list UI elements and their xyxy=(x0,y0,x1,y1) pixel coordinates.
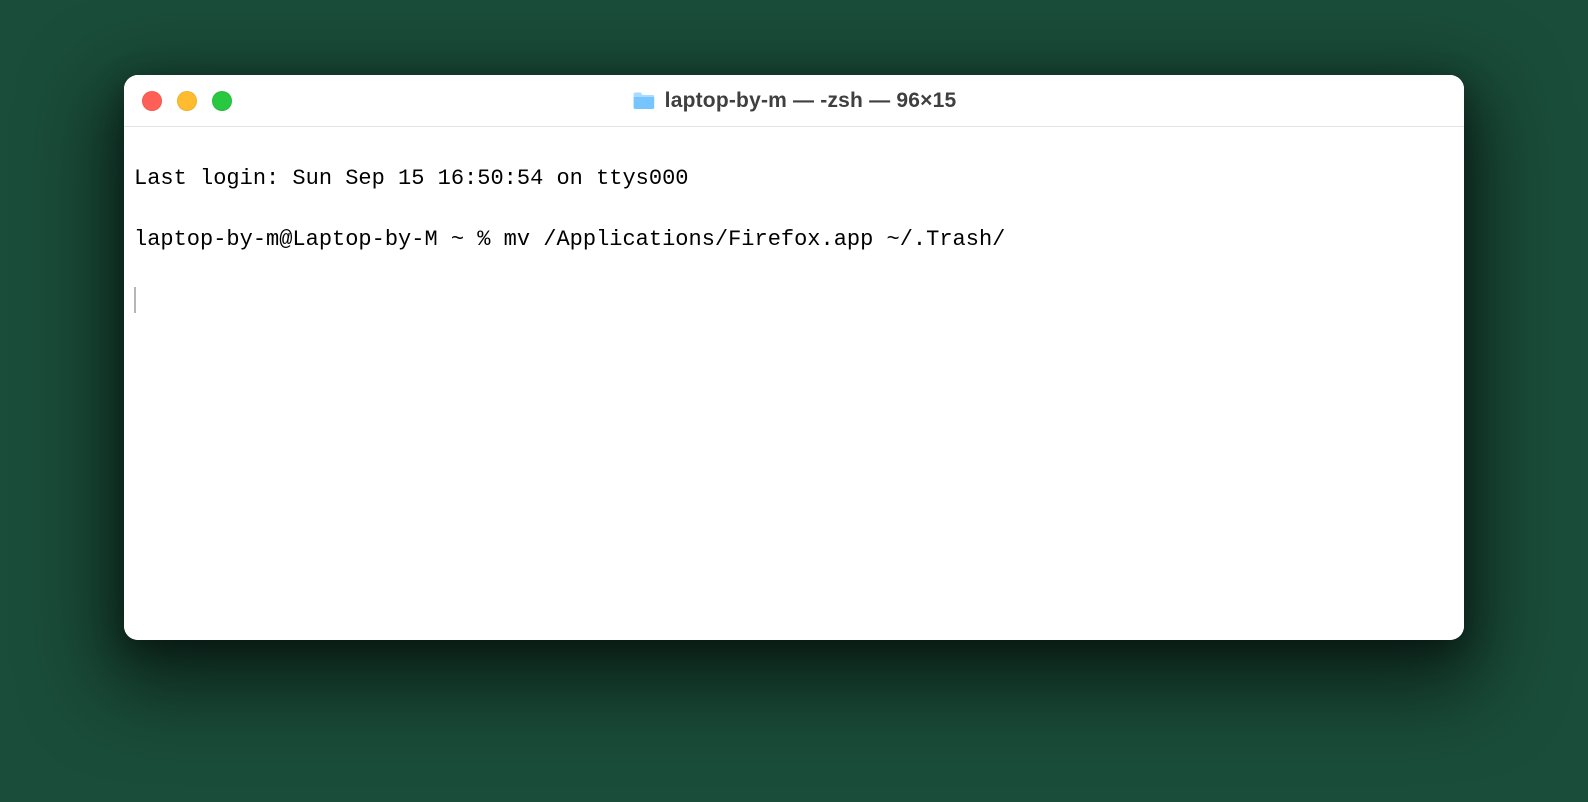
minimize-button[interactable] xyxy=(177,91,197,111)
maximize-button[interactable] xyxy=(212,91,232,111)
terminal-line: Last login: Sun Sep 15 16:50:54 on ttys0… xyxy=(134,164,1454,194)
terminal-body[interactable]: Last login: Sun Sep 15 16:50:54 on ttys0… xyxy=(124,127,1464,640)
terminal-line: laptop-by-m@Laptop-by-M ~ % mv /Applicat… xyxy=(134,225,1454,255)
folder-icon xyxy=(632,91,656,111)
terminal-window: laptop-by-m — -zsh — 96×15 Last login: S… xyxy=(124,75,1464,640)
cursor xyxy=(134,287,136,313)
title-group: laptop-by-m — -zsh — 96×15 xyxy=(632,89,957,113)
traffic-lights xyxy=(142,91,232,111)
window-title: laptop-by-m — -zsh — 96×15 xyxy=(665,89,957,113)
close-button[interactable] xyxy=(142,91,162,111)
titlebar[interactable]: laptop-by-m — -zsh — 96×15 xyxy=(124,75,1464,127)
terminal-cursor-line xyxy=(134,286,1454,316)
